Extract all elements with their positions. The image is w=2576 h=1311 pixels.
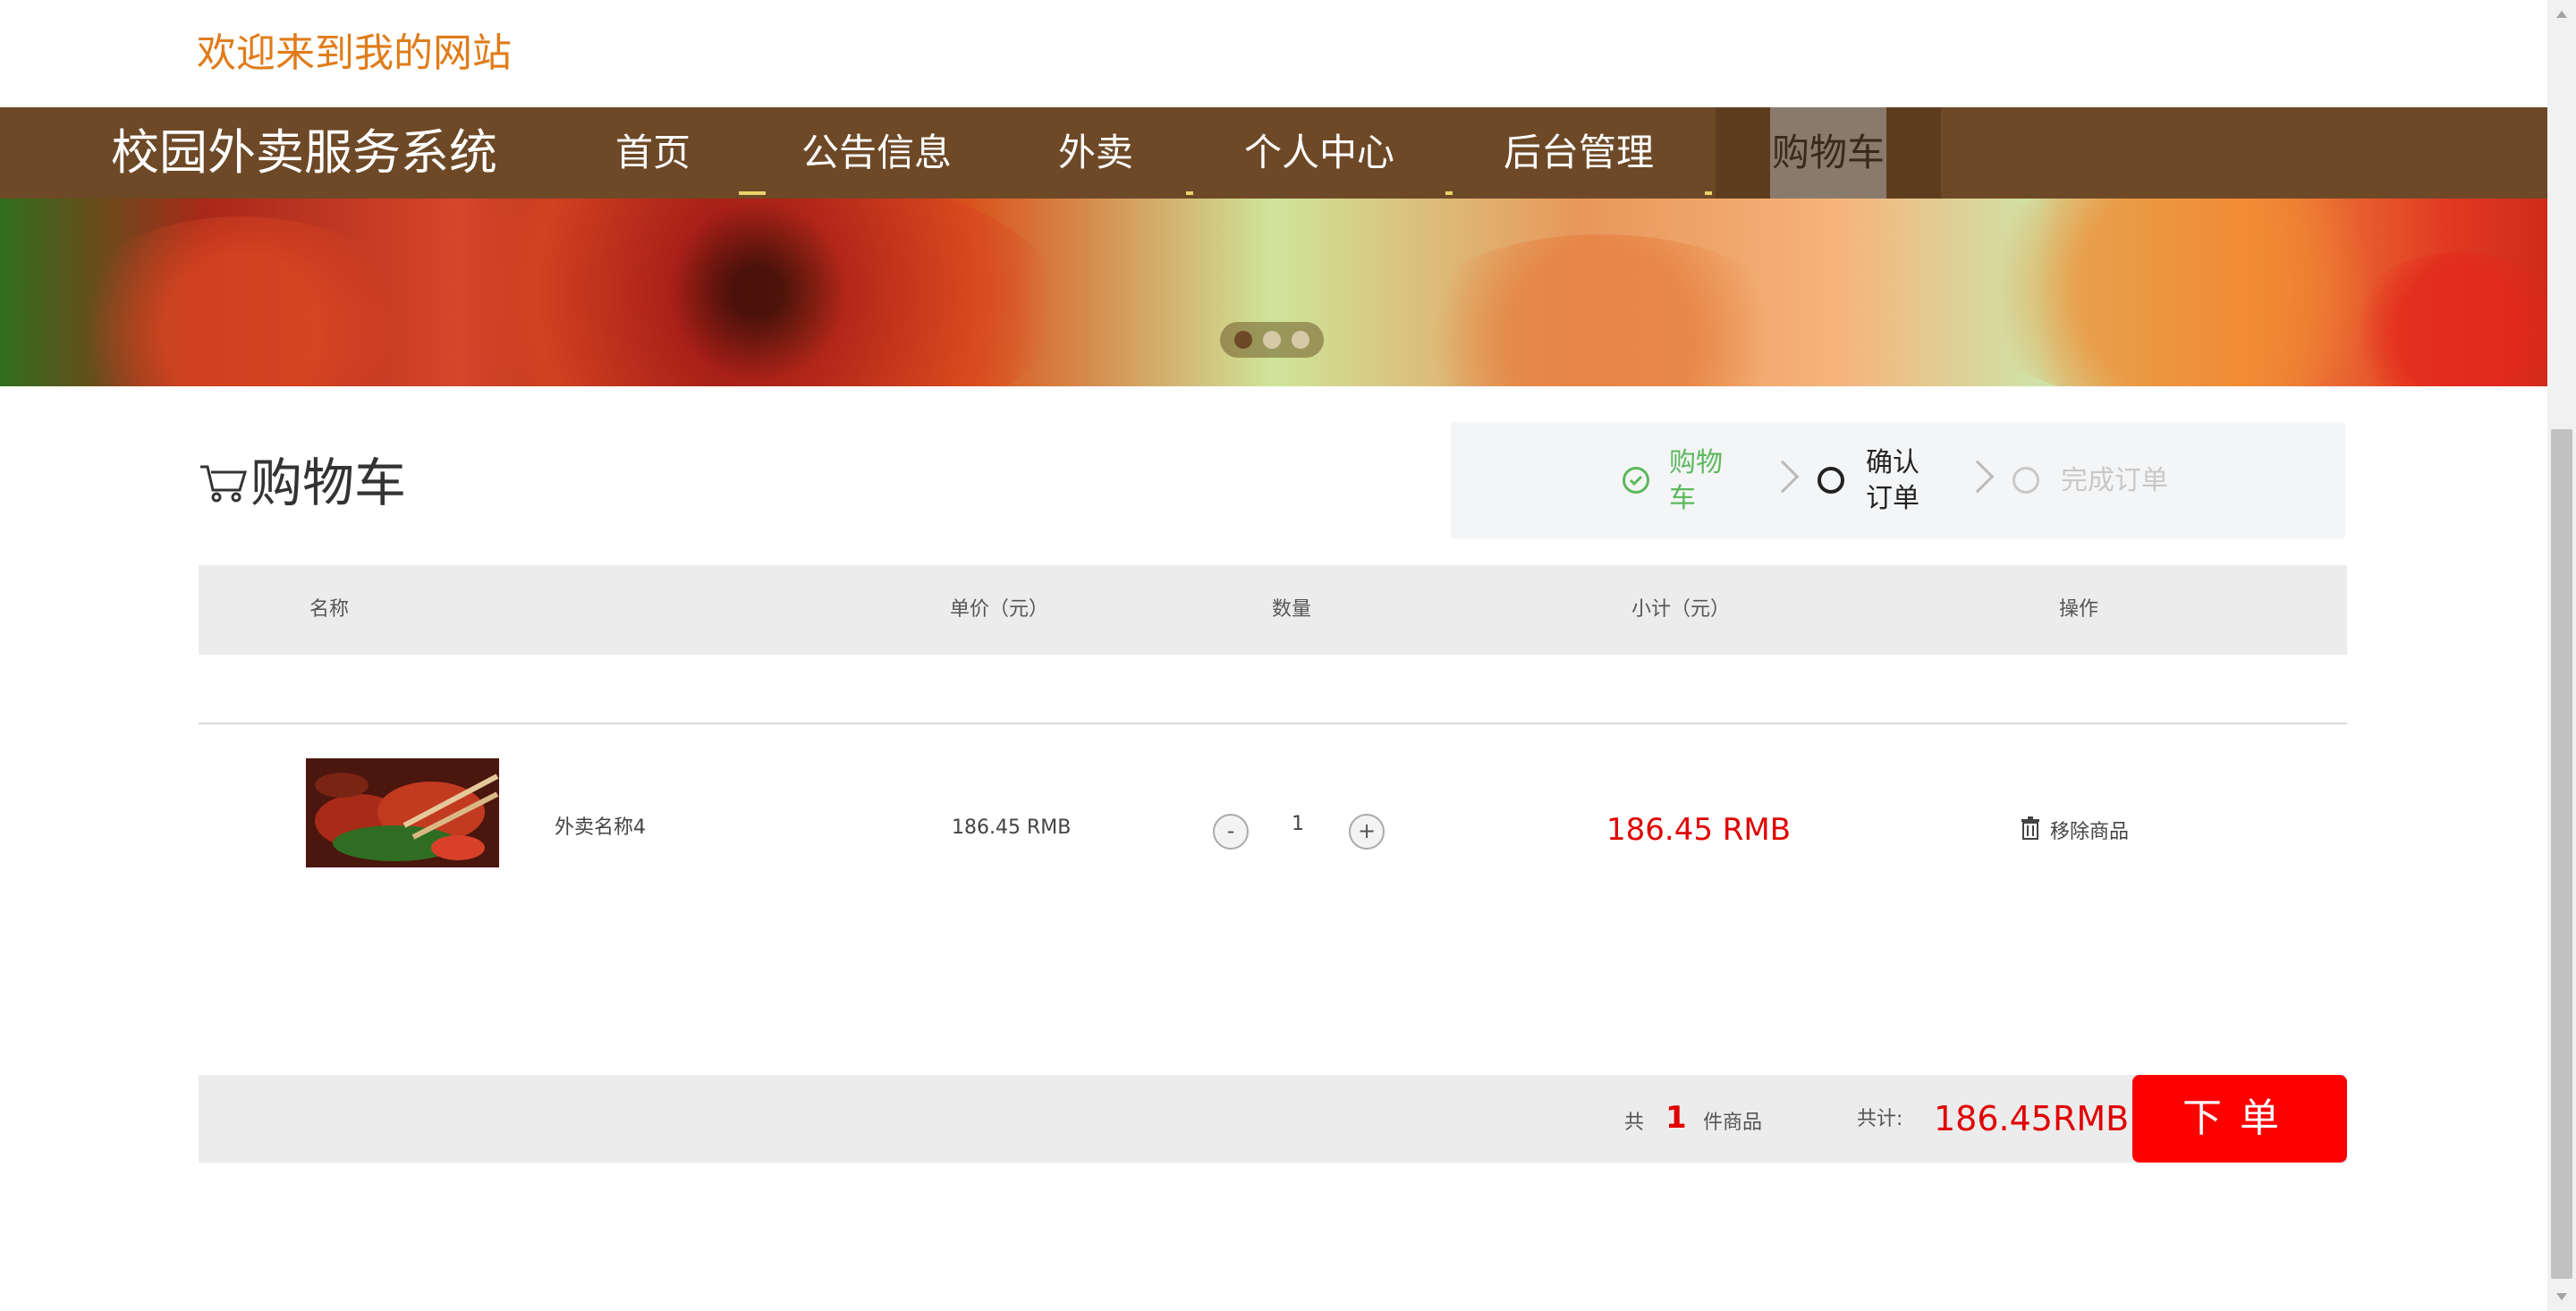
nav-underline (739, 191, 766, 195)
nav-item-profile[interactable]: 个人中心 (1225, 107, 1413, 199)
unit-price: 186.45 RMB (952, 816, 1072, 839)
column-header-action: 操作 (2059, 598, 2099, 621)
nav-item-admin[interactable]: 后台管理 (1485, 107, 1673, 199)
checkout-steps: 购物 车 确认 订单 完成订单 (1451, 422, 2345, 538)
scrollbar-thumb[interactable] (2551, 429, 2572, 1279)
total-label: 共计: (1857, 1108, 1903, 1130)
table-divider (199, 723, 2347, 724)
place-order-button[interactable]: 下单 (2132, 1075, 2347, 1163)
poppy-flower-image (1395, 234, 1807, 386)
page-title: 购物车 (250, 453, 407, 513)
cart-icon (197, 454, 250, 512)
step-confirm: 确认 订单 (1866, 447, 1919, 514)
nav-item-cart[interactable]: 购物车 (1716, 107, 1941, 199)
column-header-subtotal: 小计（元） (1631, 598, 1731, 621)
remove-item-label: 移除商品 (2050, 821, 2130, 843)
quantity-increase-button[interactable]: + (1349, 814, 1385, 850)
current-step-icon (1818, 467, 1844, 494)
site-brand[interactable]: 校园外卖服务系统 (111, 122, 497, 184)
trash-icon (2020, 816, 2041, 843)
nav-item-announcements[interactable]: 公告信息 (787, 107, 966, 199)
nav-item-takeout[interactable]: 外卖 (1038, 107, 1154, 199)
quantity-decrease-button[interactable]: - (1213, 814, 1249, 850)
vertical-scrollbar[interactable] (2547, 0, 2576, 1311)
nav-underline (1445, 191, 1453, 195)
scroll-up-icon[interactable] (2547, 0, 2576, 29)
step-cart: 购物 车 (1669, 447, 1723, 514)
chevron-right-icon (1961, 460, 1995, 494)
poppy-flower-image (54, 216, 429, 386)
nav-underline (1186, 191, 1193, 195)
nav-item-home[interactable]: 首页 (590, 107, 716, 199)
count-suffix: 件商品 (1703, 1112, 1763, 1134)
nav-underline (1705, 191, 1712, 195)
count-prefix: 共 (1624, 1112, 1645, 1134)
column-header-price: 单价（元） (950, 598, 1049, 621)
carousel-dot[interactable] (1234, 331, 1252, 349)
carousel-dot[interactable] (1292, 331, 1309, 349)
main-nav: 校园外卖服务系统 首页 公告信息 外卖 个人中心 后台管理 购物车 (0, 107, 2547, 199)
total-amount: 186.45RMB (1934, 1099, 2130, 1138)
check-circle-icon (1623, 467, 1649, 494)
pending-step-icon (2012, 467, 2039, 494)
food-thumbnail[interactable] (306, 758, 499, 867)
chevron-right-icon (1766, 460, 1800, 494)
column-header-name: 名称 (309, 598, 350, 621)
item-count: 1 (1665, 1100, 1687, 1136)
carousel-dots (1220, 322, 1324, 358)
carousel-dot[interactable] (1263, 331, 1281, 349)
welcome-text: 欢迎来到我的网站 (197, 30, 512, 76)
row-subtotal: 186.45 RMB (1606, 812, 1792, 848)
table-row: 外卖名称4 186.45 RMB - 1 + 186.45 RMB 移除商品 (199, 758, 2347, 875)
cart-heading: 购物车 (197, 447, 406, 519)
remove-item-button[interactable]: 移除商品 (2020, 816, 2129, 844)
top-bar: 欢迎来到我的网站 (0, 0, 2547, 107)
cart-summary-bar: 共 1 件商品 共计: 186.45RMB (199, 1075, 2347, 1163)
product-name[interactable]: 外卖名称4 (555, 810, 646, 846)
hero-banner (0, 199, 2547, 386)
cart-table-header: 名称 单价（元） 数量 小计（元） 操作 (199, 565, 2347, 655)
poppy-flower-image (1950, 199, 2415, 386)
column-header-quantity: 数量 (1272, 598, 1312, 621)
step-complete: 完成订单 (2061, 465, 2168, 496)
quantity-value[interactable]: 1 (1292, 807, 1304, 842)
scroll-down-icon[interactable] (2547, 1282, 2576, 1311)
poppy-flower-image (385, 199, 1064, 386)
